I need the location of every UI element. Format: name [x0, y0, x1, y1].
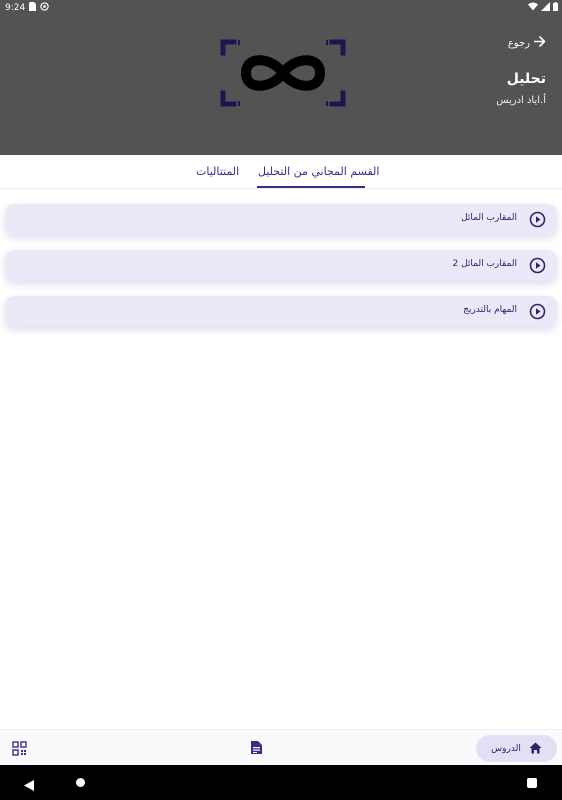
- back-label: رجوع: [507, 37, 530, 49]
- course-author: أ.اياد ادريس: [496, 95, 546, 106]
- nav-document-button[interactable]: [242, 735, 270, 762]
- course-title: تحليل: [506, 71, 546, 87]
- lesson-item[interactable]: المقارب المائل: [5, 204, 557, 235]
- system-home-icon[interactable]: [76, 778, 85, 787]
- tab-sequences[interactable]: المتتاليات: [196, 165, 239, 178]
- back-button[interactable]: رجوع: [508, 36, 546, 50]
- play-circle-icon: [529, 211, 546, 228]
- lesson-title: المقارب المائل: [461, 213, 517, 223]
- lesson-title: المقارب المائل 2: [452, 259, 517, 269]
- bottom-navigation: الدروس: [0, 729, 562, 765]
- active-tab-indicator: [257, 186, 365, 188]
- system-navigation-bar: [0, 765, 562, 800]
- battery-icon: [553, 2, 558, 14]
- infinity-logo-icon: [220, 39, 346, 107]
- status-left: 9:24: [5, 2, 49, 14]
- section-tabs: القسم المجاني من التحليل المتتاليات: [0, 155, 562, 189]
- lesson-item[interactable]: المقارب المائل 2: [5, 250, 557, 281]
- home-icon: [529, 739, 542, 758]
- play-circle-icon: [529, 257, 546, 274]
- sd-card-icon: [29, 2, 37, 14]
- wifi-icon: [528, 2, 538, 14]
- status-bar: 9:24: [0, 0, 562, 15]
- status-time: 9:24: [5, 3, 26, 13]
- nav-lessons-label: الدروس: [491, 743, 521, 754]
- course-header: رجوع تحليل أ.اياد ادريس: [0, 15, 562, 155]
- signal-icon: [541, 2, 550, 14]
- status-right: [528, 2, 558, 14]
- system-recents-icon[interactable]: [527, 778, 537, 788]
- arrow-right-icon: [533, 36, 546, 50]
- sync-icon: [40, 2, 49, 14]
- lesson-title: المهام بالتدريج: [463, 305, 517, 315]
- document-icon: [250, 739, 262, 758]
- nav-lessons-button[interactable]: الدروس: [476, 735, 557, 762]
- play-circle-icon: [529, 303, 546, 320]
- tab-free-section[interactable]: القسم المجاني من التحليل: [258, 165, 379, 178]
- lesson-item[interactable]: المهام بالتدريج: [5, 296, 557, 327]
- system-back-icon[interactable]: [24, 776, 34, 795]
- qr-code-icon[interactable]: [12, 741, 27, 756]
